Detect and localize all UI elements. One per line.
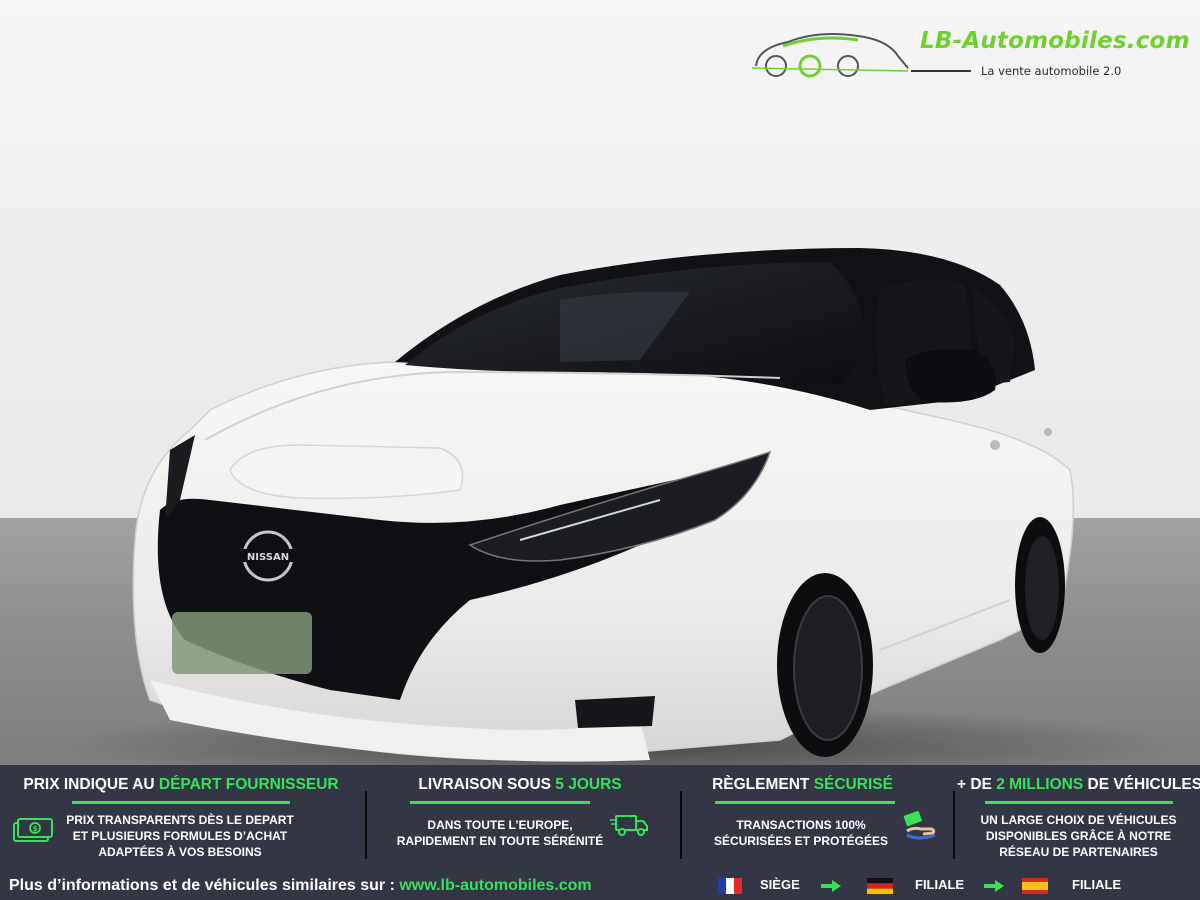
location-label-france: SIÈGE (760, 877, 800, 892)
column-separator (365, 791, 367, 859)
feature-vehicle-choice: + DE 2 MILLIONS DE VÉHICULES UN LARGE CH… (957, 765, 1200, 870)
feature-title: RÈGLEMENT SÉCURISÉ (712, 776, 893, 793)
svg-text:$: $ (33, 825, 38, 833)
nissan-leaf-car: NISSAN (60, 248, 1180, 765)
feature-title: PRIX INDIQUE AU DÉPART FOURNISSEUR (23, 776, 339, 793)
germany-flag (867, 878, 893, 894)
title-underline (72, 801, 290, 804)
feature-secure-payment: RÈGLEMENT SÉCURISÉ TRANSACTIONS 100% SÉC… (685, 765, 950, 870)
arrow-right-icon (984, 880, 1004, 892)
car-outline-icon (751, 33, 909, 78)
title-underline (985, 801, 1173, 804)
title-underline (410, 801, 590, 804)
payment-hand-icon (903, 811, 936, 840)
feature-description: UN LARGE CHOIX DE VÉHICULES DISPONIBLES … (980, 813, 1177, 859)
feature-description: PRIX TRANSPARENTS DÈS LE DEPART ET PLUSI… (66, 813, 294, 859)
logo-tagline: La vente automobile 2.0 (981, 64, 1122, 78)
lb-automobiles-logo[interactable]: LB-Automobiles.com La vente automobile 2… (748, 22, 1200, 82)
logo-divider (911, 70, 971, 72)
car-badge-text: NISSAN (247, 552, 289, 563)
feature-title: LIVRAISON SOUS 5 JOURS (418, 776, 622, 793)
delivery-truck-icon (610, 815, 648, 836)
feature-delivery: LIVRAISON SOUS 5 JOURS DANS TOUTE L’EURO… (370, 765, 670, 870)
spain-flag (1022, 878, 1048, 894)
car-photo: NISSAN LB-Automobiles.com La vente autom… (0, 0, 1200, 765)
logo-name: LB-Automobiles.com (920, 28, 1190, 54)
france-flag (718, 878, 742, 894)
info-banner: PRIX INDIQUE AU DÉPART FOURNISSEUR $ PRI… (0, 765, 1200, 900)
website-link[interactable]: www.lb-automobiles.com (399, 877, 591, 894)
column-separator (680, 791, 682, 859)
title-underline (715, 801, 895, 804)
feature-description: DANS TOUTE L’EUROPE, RAPIDEMENT EN TOUTE… (396, 818, 604, 848)
money-icon: $ (13, 818, 53, 842)
feature-description: TRANSACTIONS 100% SÉCURISÉES ET PROTÉGÉE… (713, 818, 889, 848)
location-label-germany: FILIALE (915, 877, 965, 892)
more-info-text: Plus d’informations et de véhicules simi… (9, 877, 592, 894)
feature-supplier-price: PRIX INDIQUE AU DÉPART FOURNISSEUR $ PRI… (0, 765, 362, 870)
arrow-right-icon (821, 880, 841, 892)
feature-title: + DE 2 MILLIONS DE VÉHICULES (957, 776, 1200, 793)
location-label-spain: FILIALE (1072, 877, 1122, 892)
column-separator (953, 791, 955, 859)
